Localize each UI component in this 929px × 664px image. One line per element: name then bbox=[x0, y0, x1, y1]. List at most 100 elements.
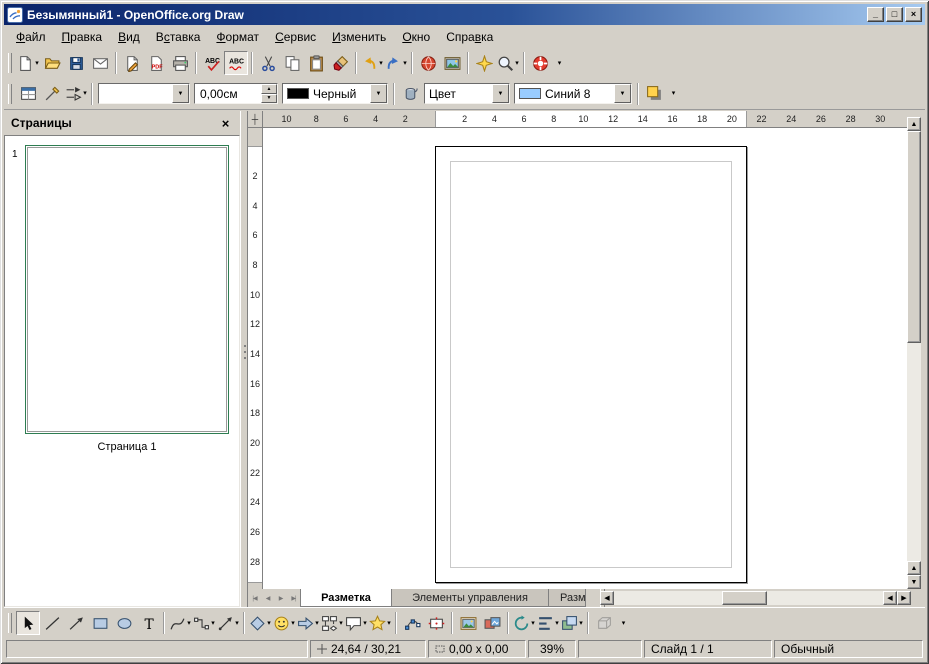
scroll-up-button[interactable]: ▲ bbox=[907, 561, 921, 575]
toolbar-overflow-button[interactable]: ▾ bbox=[666, 82, 680, 106]
scroll-left-button[interactable]: ◀ bbox=[883, 591, 897, 605]
arrow-tool-button[interactable] bbox=[64, 611, 88, 635]
autospellcheck-toggle[interactable]: ABC bbox=[224, 51, 248, 75]
dropdown-arrow-icon[interactable]: ▾ bbox=[555, 620, 559, 627]
new-document-button[interactable]: ▾ bbox=[16, 51, 40, 75]
symbol-shapes-button[interactable]: ▾ bbox=[272, 611, 296, 635]
scroll-down-button[interactable]: ▼ bbox=[907, 575, 921, 589]
maximize-button[interactable]: □ bbox=[886, 7, 903, 22]
ellipse-tool-button[interactable] bbox=[112, 611, 136, 635]
dropdown-arrow-icon[interactable]: ▾ bbox=[379, 60, 383, 67]
block-arrows-button[interactable]: ▾ bbox=[296, 611, 320, 635]
paste-button[interactable] bbox=[304, 51, 328, 75]
menu-item[interactable]: Изменить bbox=[324, 25, 394, 48]
toolbar-grip[interactable] bbox=[8, 84, 12, 104]
layer-tab[interactable]: Элементы управления bbox=[391, 589, 549, 607]
drawing-canvas[interactable] bbox=[263, 128, 907, 589]
line-dialog-button[interactable] bbox=[40, 82, 64, 106]
dropdown-arrow-icon[interactable]: ▾ bbox=[515, 60, 519, 67]
shadow-toggle[interactable] bbox=[642, 82, 666, 106]
basic-shapes-button[interactable]: ▾ bbox=[248, 611, 272, 635]
ruler-origin-button[interactable]: ┼ bbox=[248, 111, 263, 128]
fill-color-combo[interactable]: Синий 8 ▼ bbox=[514, 83, 632, 104]
line-tool-button[interactable] bbox=[40, 611, 64, 635]
spin-down-button[interactable]: ▼ bbox=[261, 94, 277, 104]
dropdown-arrow-icon[interactable]: ▾ bbox=[339, 620, 343, 627]
gallery-button[interactable] bbox=[480, 611, 504, 635]
layer-nav-first-button[interactable]: |◀ bbox=[248, 589, 261, 607]
copy-button[interactable] bbox=[280, 51, 304, 75]
cut-button[interactable] bbox=[256, 51, 280, 75]
format-paintbrush-button[interactable] bbox=[328, 51, 352, 75]
dropdown-arrow-icon[interactable]: ▾ bbox=[315, 620, 319, 627]
scroll-left-button[interactable]: ◀ bbox=[600, 591, 614, 605]
hscroll-thumb[interactable] bbox=[722, 591, 768, 605]
menu-item[interactable]: Формат bbox=[208, 25, 267, 48]
minimize-button[interactable]: _ bbox=[867, 7, 884, 22]
zoom-level[interactable]: 39% bbox=[528, 640, 576, 658]
toolbar-grip[interactable] bbox=[8, 53, 12, 73]
undo-button[interactable]: ▾ bbox=[360, 51, 384, 75]
vscroll-thumb[interactable] bbox=[907, 131, 921, 343]
rectangle-tool-button[interactable] bbox=[88, 611, 112, 635]
horizontal-scrollbar[interactable]: ◀ ◀ ▶ bbox=[600, 591, 911, 605]
effects-button[interactable]: ▾ bbox=[512, 611, 536, 635]
menu-item[interactable]: Окно bbox=[394, 25, 438, 48]
dropdown-arrow-icon[interactable]: ▾ bbox=[363, 620, 367, 627]
text-tool-button[interactable]: T bbox=[136, 611, 160, 635]
menu-item[interactable]: Вставка bbox=[148, 25, 209, 48]
edit-points-button[interactable] bbox=[400, 611, 424, 635]
panel-splitter[interactable] bbox=[240, 111, 248, 607]
insert-picture-button[interactable] bbox=[456, 611, 480, 635]
arrange-button[interactable]: ▾ bbox=[560, 611, 584, 635]
dropdown-arrow-icon[interactable]: ▾ bbox=[211, 620, 215, 627]
vertical-ruler[interactable]: 246810121416182022242628 bbox=[248, 128, 263, 589]
curve-tool-button[interactable]: ▾ bbox=[168, 611, 192, 635]
hscroll-track[interactable] bbox=[614, 591, 883, 605]
scroll-right-button[interactable]: ▶ bbox=[897, 591, 911, 605]
layer-nav-prev-button[interactable]: ◀ bbox=[261, 589, 274, 607]
titlebar[interactable]: Безымянный1 - OpenOffice.org Draw _ □ × bbox=[4, 4, 925, 25]
dropdown-arrow-icon[interactable]: ▾ bbox=[579, 620, 583, 627]
flowchart-button[interactable]: ▾ bbox=[320, 611, 344, 635]
print-button[interactable] bbox=[168, 51, 192, 75]
fill-style-combo[interactable]: Цвет ▼ bbox=[424, 83, 510, 104]
layer-tab[interactable]: Разм bbox=[548, 589, 586, 607]
select-tool-button[interactable] bbox=[16, 611, 40, 635]
lines-arrows-tool-button[interactable]: ▾ bbox=[216, 611, 240, 635]
email-document-button[interactable] bbox=[88, 51, 112, 75]
spin-up-button[interactable]: ▲ bbox=[261, 84, 277, 94]
stars-button[interactable]: ▾ bbox=[368, 611, 392, 635]
close-button[interactable]: × bbox=[905, 7, 922, 22]
line-width-spinner[interactable]: 0,00см ▲ ▼ bbox=[194, 83, 278, 104]
pages-panel-close-button[interactable]: × bbox=[218, 116, 233, 131]
dropdown-arrow-icon[interactable]: ▾ bbox=[531, 620, 535, 627]
scroll-up-button[interactable]: ▲ bbox=[907, 117, 921, 131]
line-style-combo[interactable]: ▼ bbox=[98, 83, 190, 104]
combo-dropdown-button[interactable]: ▼ bbox=[492, 84, 509, 103]
horizontal-ruler[interactable]: 1210864224681012141618202224262830 bbox=[263, 111, 907, 128]
dropdown-arrow-icon[interactable]: ▾ bbox=[83, 90, 87, 97]
connector-tool-button[interactable]: ▾ bbox=[192, 611, 216, 635]
glue-points-button[interactable] bbox=[424, 611, 448, 635]
export-pdf-button[interactable]: PDF bbox=[144, 51, 168, 75]
menu-item[interactable]: Вид bbox=[110, 25, 148, 48]
alignment-button[interactable]: ▾ bbox=[536, 611, 560, 635]
open-button[interactable] bbox=[40, 51, 64, 75]
layer-nav-next-button[interactable]: ▶ bbox=[274, 589, 287, 607]
zoom-button[interactable]: ▾ bbox=[496, 51, 520, 75]
gallery-button[interactable] bbox=[440, 51, 464, 75]
dropdown-arrow-icon[interactable]: ▾ bbox=[267, 620, 271, 627]
area-dialog-button[interactable] bbox=[398, 82, 422, 106]
extrusion-toggle[interactable] bbox=[592, 611, 616, 635]
page-thumbnail[interactable] bbox=[25, 145, 229, 434]
arrowheads-button[interactable]: ▾ bbox=[64, 82, 88, 106]
edit-file-button[interactable] bbox=[120, 51, 144, 75]
dropdown-arrow-icon[interactable]: ▾ bbox=[35, 60, 39, 67]
layer-nav-last-button[interactable]: ▶| bbox=[287, 589, 300, 607]
redo-button[interactable]: ▾ bbox=[384, 51, 408, 75]
vertical-scrollbar[interactable]: ▲ ▲ ▼ bbox=[907, 117, 921, 589]
menu-item[interactable]: Справка bbox=[438, 25, 501, 48]
dropdown-arrow-icon[interactable]: ▾ bbox=[187, 620, 191, 627]
combo-dropdown-button[interactable]: ▼ bbox=[614, 84, 631, 103]
